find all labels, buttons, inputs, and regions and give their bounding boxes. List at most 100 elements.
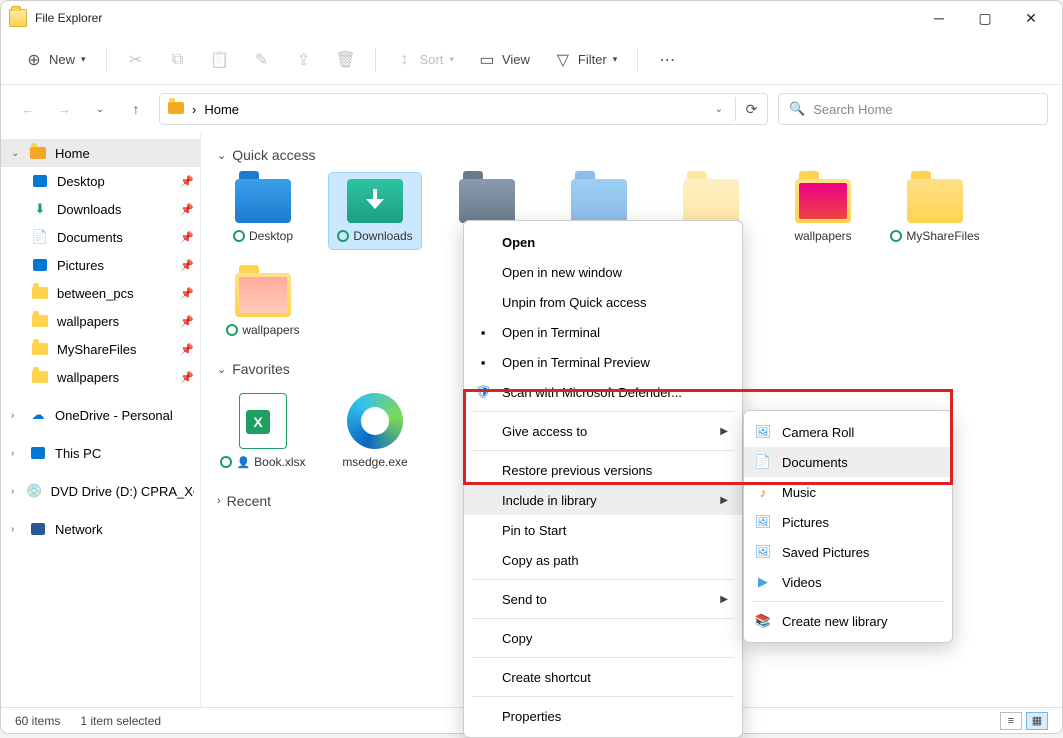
copy-button[interactable]: ⧉ [159,45,197,75]
pc-icon [29,445,47,461]
pin-icon: 📌 [180,259,194,272]
ctx-open-terminal-preview[interactable]: ▪Open in Terminal Preview [464,347,742,377]
download-icon [366,189,384,211]
ctx-include-library[interactable]: Include in library▶ [464,485,742,515]
chevron-right-icon: ▶ [720,426,728,437]
sub-create-new-library[interactable]: 📚Create new library [744,606,952,636]
minimize-button[interactable]: ─ [916,3,962,33]
nav-folder-wallpapers-2[interactable]: wallpapers📌 [1,363,200,391]
section-quick-access[interactable]: ⌄Quick access [217,147,1046,163]
delete-button[interactable]: 🗑 [327,45,365,75]
cut-button[interactable]: ✂ [117,45,155,75]
edge-icon [347,393,403,449]
address-bar[interactable]: › Home ⌄ ⟳ [159,93,768,125]
details-view-button[interactable]: ≡ [1000,712,1022,730]
rename-button[interactable]: ✎ [243,45,281,75]
new-button[interactable]: ⊕ New ▾ [15,45,96,75]
music-icon: ♪ [754,485,772,500]
folder-icon [31,369,49,385]
more-button[interactable]: ⋯ [648,45,686,75]
close-button[interactable]: ✕ [1008,3,1054,33]
pin-icon: 📌 [180,315,194,328]
chevron-right-icon: › [11,524,23,535]
chevron-right-icon: › [11,410,23,421]
sub-camera-roll[interactable]: 🖼Camera Roll [744,417,952,447]
nav-folder-wallpapers[interactable]: wallpapers📌 [1,307,200,335]
ctx-copy[interactable]: Copy [464,623,742,653]
item-book-xlsx[interactable]: 👤Book.xlsx [217,387,309,475]
ctx-give-access[interactable]: Give access to▶ [464,416,742,446]
share-icon: ⇪ [295,51,313,69]
nav-home[interactable]: ⌄ Home [1,139,200,167]
sub-documents[interactable]: 📄Documents [744,447,952,477]
nav-folder-between-pcs[interactable]: between_pcs📌 [1,279,200,307]
nav-pictures[interactable]: Pictures📌 [1,251,200,279]
rename-icon: ✎ [253,51,271,69]
nav-onedrive[interactable]: ›☁OneDrive - Personal [1,401,200,429]
nav-thispc[interactable]: ›This PC [1,439,200,467]
sort-icon: ↕ [396,51,414,69]
nav-folder-mysharefiles[interactable]: MyShareFiles📌 [1,335,200,363]
refresh-button[interactable]: ⟳ [735,97,759,121]
item-desktop[interactable]: Desktop [217,173,309,249]
sync-icon [890,230,902,242]
view-icon: ▭ [478,51,496,69]
sync-icon [220,456,232,468]
ctx-send-to[interactable]: Send to▶ [464,584,742,614]
terminal-icon: ▪ [474,325,492,340]
sync-icon [226,324,238,336]
ctx-scan-defender[interactable]: 🛡Scan with Microsoft Defender... [464,377,742,407]
ctx-pin-start[interactable]: Pin to Start [464,515,742,545]
item-wallpapers[interactable]: wallpapers [777,173,869,249]
nav-network[interactable]: ›Network [1,515,200,543]
ctx-create-shortcut[interactable]: Create shortcut [464,662,742,692]
chevron-right-icon: › [11,486,20,497]
clipboard-icon: 📋 [211,51,229,69]
library-submenu: 🖼Camera Roll 📄Documents ♪Music 🖼Pictures… [743,410,953,643]
download-icon: ⬇ [31,201,49,217]
item-wallpapers-2[interactable]: wallpapers [217,267,309,343]
ctx-open-new-window[interactable]: Open in new window [464,257,742,287]
item-mysharefiles[interactable]: MyShareFiles [889,173,981,249]
recent-locations-button[interactable]: ⌄ [87,96,113,122]
ctx-properties[interactable]: Properties [464,701,742,731]
ctx-restore-versions[interactable]: Restore previous versions [464,455,742,485]
sort-button[interactable]: ↕ Sort ▾ [386,45,464,75]
home-icon [168,102,184,117]
folder-icon [31,313,49,329]
up-button[interactable]: ↑ [123,96,149,122]
nav-downloads[interactable]: ⬇Downloads📌 [1,195,200,223]
nav-desktop[interactable]: Desktop📌 [1,167,200,195]
picture-icon: 🖼 [754,424,772,440]
back-button[interactable]: ← [15,96,41,122]
nav-dvd[interactable]: ›💿DVD Drive (D:) CPRA_X64FRE [1,477,200,505]
item-msedge-exe[interactable]: msedge.exe [329,387,421,475]
paste-button[interactable]: 📋 [201,45,239,75]
picture-icon: 🖼 [754,544,772,560]
sub-music[interactable]: ♪Music [744,477,952,507]
nav-documents[interactable]: 📄Documents📌 [1,223,200,251]
document-icon: 📄 [31,229,49,245]
item-downloads[interactable]: Downloads [329,173,421,249]
ctx-open-terminal[interactable]: ▪Open in Terminal [464,317,742,347]
pin-icon: 📌 [180,231,194,244]
ctx-open[interactable]: Open [464,227,742,257]
breadcrumb[interactable]: Home [204,102,239,117]
chevron-down-icon: ▾ [613,54,618,65]
sub-pictures[interactable]: 🖼Pictures [744,507,952,537]
sub-saved-pictures[interactable]: 🖼Saved Pictures [744,537,952,567]
search-input[interactable]: 🔍 Search Home [778,93,1048,125]
icons-view-button[interactable]: ▦ [1026,712,1048,730]
filter-button[interactable]: ▽ Filter ▾ [544,45,627,75]
ctx-copy-path[interactable]: Copy as path [464,545,742,575]
ctx-unpin[interactable]: Unpin from Quick access [464,287,742,317]
sub-videos[interactable]: ▶Videos [744,567,952,597]
maximize-button[interactable]: ▢ [962,3,1008,33]
folder-icon [31,341,49,357]
forward-button[interactable]: → [51,96,77,122]
app-icon [9,9,27,27]
share-button[interactable]: ⇪ [285,45,323,75]
chevron-down-icon: ▾ [81,54,86,65]
view-button[interactable]: ▭ View [468,45,540,75]
chevron-down-icon[interactable]: ⌄ [715,104,723,115]
